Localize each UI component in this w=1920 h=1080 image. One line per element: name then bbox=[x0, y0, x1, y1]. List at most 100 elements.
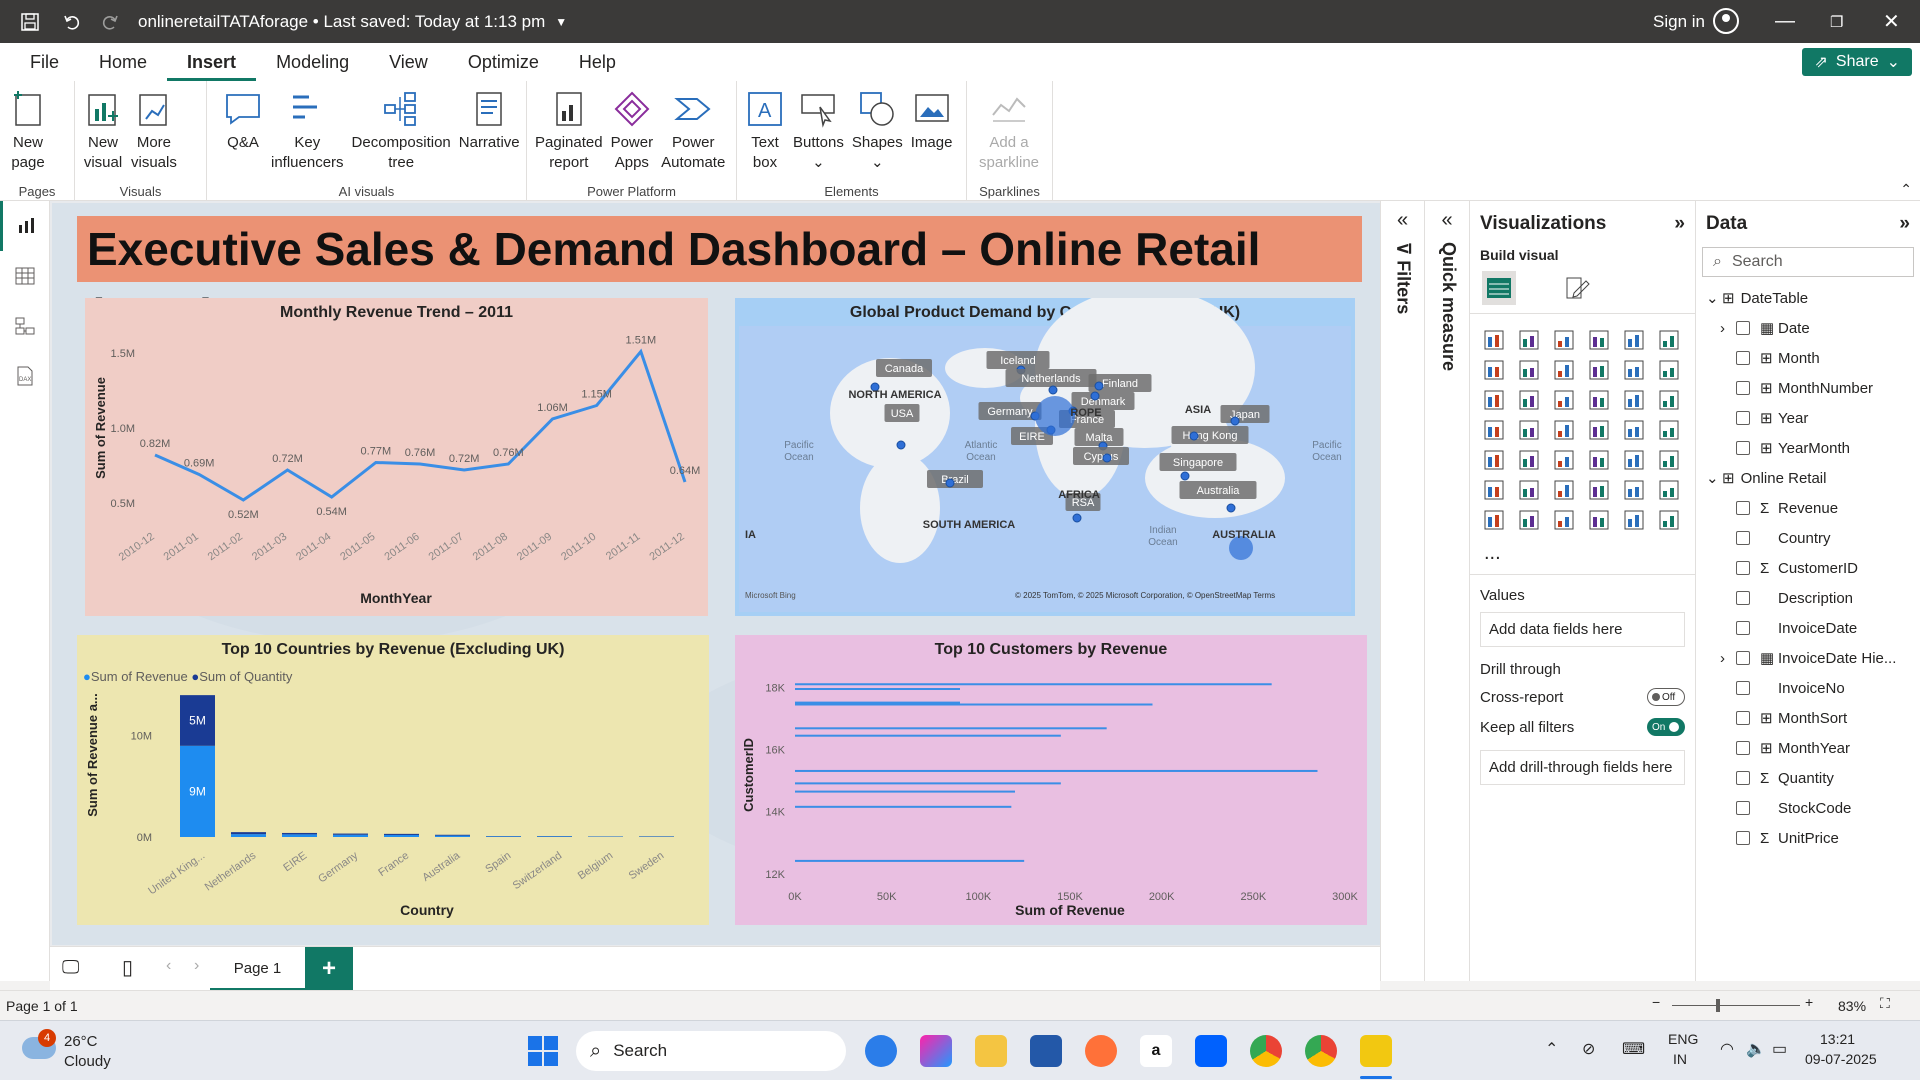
field-checkbox[interactable] bbox=[1736, 831, 1750, 845]
table-view-icon[interactable] bbox=[0, 251, 50, 301]
power-automate-visual-icon[interactable] bbox=[1585, 506, 1613, 534]
field-checkbox[interactable] bbox=[1736, 321, 1750, 335]
field-checkbox[interactable] bbox=[1736, 741, 1750, 755]
multi-row-card-visual-icon[interactable] bbox=[1480, 446, 1508, 474]
field-item[interactable]: Σ CustomerID bbox=[1706, 553, 1920, 583]
kpi-visual-icon[interactable] bbox=[1515, 446, 1543, 474]
volume-icon[interactable]: 🔈 bbox=[1746, 1039, 1766, 1059]
line-column-visual-icon[interactable] bbox=[1620, 356, 1648, 384]
python-visual-icon[interactable] bbox=[1480, 476, 1508, 504]
card-visual-icon[interactable] bbox=[1655, 416, 1683, 444]
line-clustered-visual-icon[interactable] bbox=[1655, 356, 1683, 384]
fit-to-page-icon[interactable]: ⛶ bbox=[1880, 995, 1890, 1012]
quick-measure-pane-collapsed[interactable]: « Quick measure bbox=[1424, 201, 1469, 981]
stacked-area-visual-icon[interactable] bbox=[1550, 356, 1578, 384]
expand-filters-icon[interactable]: « bbox=[1381, 209, 1424, 232]
filters-label[interactable]: ⊽ Filters bbox=[1391, 242, 1415, 314]
azure-map-visual-icon[interactable] bbox=[1585, 416, 1613, 444]
field-item[interactable]: ⊞ MonthNumber bbox=[1706, 373, 1920, 403]
filled-map-visual-icon[interactable] bbox=[1550, 416, 1578, 444]
field-checkbox[interactable] bbox=[1736, 351, 1750, 365]
field-checkbox[interactable] bbox=[1736, 711, 1750, 725]
monthly-revenue-chart[interactable]: Monthly Revenue Trend – 2011 0.5M 1.0M 1.5… bbox=[85, 298, 708, 616]
goals-visual-icon[interactable] bbox=[1620, 506, 1648, 534]
field-item[interactable]: Σ Revenue bbox=[1706, 493, 1920, 523]
field-checkbox[interactable] bbox=[1736, 681, 1750, 695]
title-dropdown-icon[interactable]: ▼ bbox=[555, 15, 567, 29]
field-item[interactable]: ⊞ YearMonth bbox=[1706, 433, 1920, 463]
field-checkbox[interactable] bbox=[1736, 501, 1750, 515]
network-icon[interactable]: ⊘ bbox=[1582, 1039, 1595, 1059]
report-view-icon[interactable] bbox=[0, 201, 50, 251]
clustered-column-visual-icon[interactable] bbox=[1585, 326, 1613, 354]
narrative-visual-icon[interactable] bbox=[1620, 476, 1648, 504]
country-demand-map[interactable]: Global Product Demand by Country (Exclud… bbox=[735, 298, 1355, 616]
language-in[interactable]: IN bbox=[1673, 1051, 1687, 1067]
firefox-icon[interactable] bbox=[1085, 1035, 1117, 1067]
dax-query-view-icon[interactable]: DAX bbox=[0, 351, 50, 401]
format-visual-tab-icon[interactable] bbox=[1560, 271, 1594, 305]
values-drop-zone[interactable]: Add data fields here bbox=[1480, 612, 1685, 647]
tab-file[interactable]: File bbox=[10, 43, 79, 81]
language-en[interactable]: ENG bbox=[1668, 1031, 1698, 1047]
gauge-visual-icon[interactable] bbox=[1620, 416, 1648, 444]
paginated-visual-icon[interactable] bbox=[1480, 506, 1508, 534]
maximize-icon[interactable]: ❐ bbox=[1830, 13, 1843, 31]
shapes-button[interactable]: Shapes ⌄ bbox=[848, 81, 907, 201]
field-checkbox[interactable] bbox=[1736, 381, 1750, 395]
key-influencers-visual-icon[interactable] bbox=[1515, 476, 1543, 504]
image-button[interactable]: Image bbox=[907, 81, 957, 201]
model-view-icon[interactable] bbox=[0, 301, 50, 351]
share-button[interactable]: ⇗ Share ⌄ bbox=[1802, 48, 1912, 76]
field-item[interactable]: ⊞ MonthSort bbox=[1706, 703, 1920, 733]
file-explorer-icon[interactable] bbox=[975, 1035, 1007, 1067]
paginated-report-button[interactable]: Paginated report bbox=[531, 81, 607, 201]
start-windows-icon[interactable] bbox=[528, 1036, 558, 1066]
100-bar-visual-icon[interactable] bbox=[1620, 326, 1648, 354]
field-checkbox[interactable] bbox=[1736, 441, 1750, 455]
table-visual-icon[interactable] bbox=[1585, 446, 1613, 474]
chrome-icon[interactable] bbox=[1250, 1035, 1282, 1067]
build-visual-tab-icon[interactable] bbox=[1482, 271, 1516, 305]
tab-optimize[interactable]: Optimize bbox=[448, 43, 559, 81]
keyboard-icon[interactable]: ⌨ bbox=[1622, 1039, 1645, 1059]
taskbar-search-input[interactable]: ⌕ Search bbox=[576, 1031, 846, 1071]
clustered-bar-visual-icon[interactable] bbox=[1550, 326, 1578, 354]
stacked-bar-visual-icon[interactable] bbox=[1480, 326, 1508, 354]
dropbox-icon[interactable] bbox=[1195, 1035, 1227, 1067]
scatter-visual-icon[interactable] bbox=[1585, 386, 1613, 414]
field-item[interactable]: ⊞ Year bbox=[1706, 403, 1920, 433]
drill-through-drop-zone[interactable]: Add drill-through fields here bbox=[1480, 750, 1685, 785]
field-item[interactable]: InvoiceNo bbox=[1706, 673, 1920, 703]
power-apps-button[interactable]: Power Apps bbox=[607, 81, 658, 201]
qa-visual-icon[interactable] bbox=[1585, 476, 1613, 504]
decomposition-tree-button[interactable]: Decomposition tree bbox=[348, 81, 455, 201]
field-checkbox[interactable] bbox=[1736, 531, 1750, 545]
chevron-up-icon[interactable]: ⌃ bbox=[1545, 1039, 1558, 1059]
field-item[interactable]: ⊞ MonthYear bbox=[1706, 733, 1920, 763]
table-node[interactable]: ⌄ ⊞ DateTable bbox=[1706, 283, 1920, 313]
field-checkbox[interactable] bbox=[1736, 621, 1750, 635]
field-item[interactable]: InvoiceDate bbox=[1706, 613, 1920, 643]
field-item[interactable]: Σ UnitPrice bbox=[1706, 823, 1920, 853]
field-checkbox[interactable] bbox=[1736, 651, 1750, 665]
map-visual-icon[interactable] bbox=[1515, 416, 1543, 444]
clock-time[interactable]: 13:21 bbox=[1820, 1031, 1855, 1047]
desktop-layout-icon[interactable]: 🖵 bbox=[62, 957, 79, 978]
collapse-data-icon[interactable]: » bbox=[1899, 213, 1910, 235]
field-item[interactable]: Description bbox=[1706, 583, 1920, 613]
close-icon[interactable]: ✕ bbox=[1883, 9, 1900, 34]
zoom-out-icon[interactable]: − bbox=[1652, 994, 1660, 1010]
matrix-visual-icon[interactable] bbox=[1620, 446, 1648, 474]
tab-insert[interactable]: Insert bbox=[167, 43, 257, 81]
store-icon[interactable] bbox=[1030, 1035, 1062, 1067]
save-icon[interactable] bbox=[18, 10, 42, 34]
pie-visual-icon[interactable] bbox=[1620, 386, 1648, 414]
power-bi-icon[interactable] bbox=[1360, 1035, 1392, 1067]
wifi-icon[interactable]: ◠ bbox=[1720, 1039, 1734, 1059]
metrics-visual-icon[interactable] bbox=[1550, 506, 1578, 534]
battery-icon[interactable]: ▭ bbox=[1772, 1039, 1787, 1059]
text-box-button[interactable]: A Text box bbox=[741, 81, 789, 201]
collapse-visualizations-icon[interactable]: » bbox=[1674, 213, 1685, 235]
more-visual-icon[interactable] bbox=[1655, 506, 1683, 534]
